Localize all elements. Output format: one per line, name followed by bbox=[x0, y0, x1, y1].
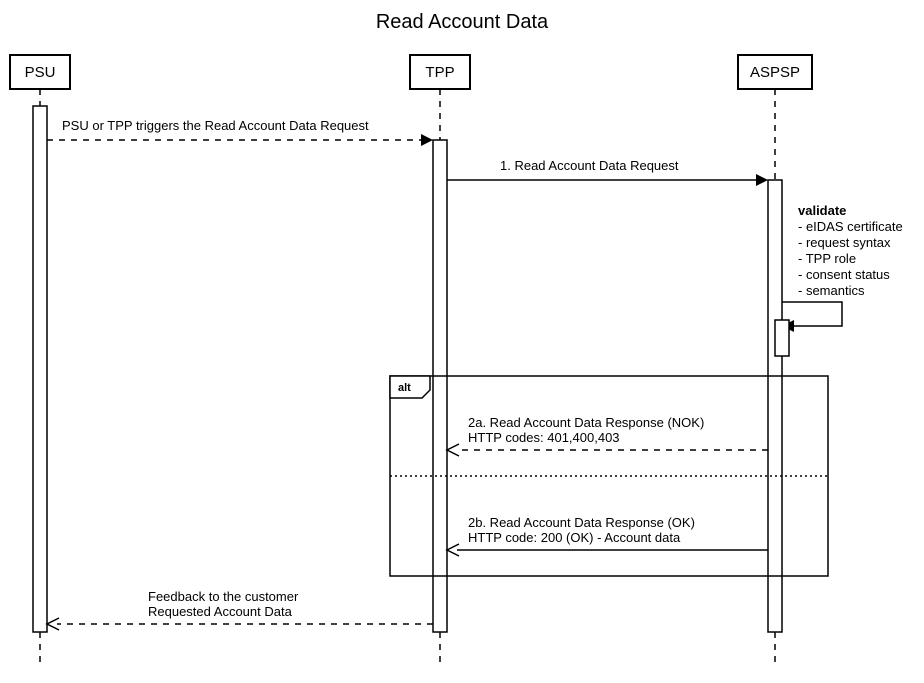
actor-psu-label: PSU bbox=[25, 64, 56, 81]
note-line-0: - eIDAS certificate bbox=[798, 219, 903, 234]
note-line-1: - request syntax bbox=[798, 235, 891, 250]
msg-read-request: 1. Read Account Data Request bbox=[447, 158, 768, 186]
msg-response-ok: 2b. Read Account Data Response (OK) HTTP… bbox=[447, 515, 768, 556]
msg-response-ok-l1: 2b. Read Account Data Response (OK) bbox=[468, 515, 695, 530]
msg-response-nok: 2a. Read Account Data Response (NOK) HTT… bbox=[447, 415, 768, 456]
msg-feedback: Feedback to the customer Requested Accou… bbox=[47, 589, 433, 630]
activation-psu bbox=[33, 106, 47, 632]
msg-response-nok-l1: 2a. Read Account Data Response (NOK) bbox=[468, 415, 704, 430]
msg-response-ok-l2: HTTP code: 200 (OK) - Account data bbox=[468, 530, 681, 545]
msg-trigger-label: PSU or TPP triggers the Read Account Dat… bbox=[62, 118, 369, 133]
msg-read-request-label: 1. Read Account Data Request bbox=[500, 158, 679, 173]
note-line-2: - TPP role bbox=[798, 251, 856, 266]
actor-aspsp: ASPSP bbox=[738, 55, 812, 89]
note-validate: validate - eIDAS certificate - request s… bbox=[798, 203, 903, 298]
actor-psu: PSU bbox=[10, 55, 70, 89]
alt-label: alt bbox=[398, 382, 411, 394]
note-validate-title: validate bbox=[798, 203, 846, 218]
msg-feedback-l1: Feedback to the customer bbox=[148, 589, 299, 604]
actor-tpp: TPP bbox=[410, 55, 470, 89]
actor-tpp-label: TPP bbox=[425, 64, 454, 81]
msg-feedback-l2: Requested Account Data bbox=[148, 604, 293, 619]
activation-aspsp bbox=[768, 180, 782, 632]
sequence-diagram: Read Account Data PSU TPP ASPSP PSU or T… bbox=[0, 0, 924, 683]
msg-trigger: PSU or TPP triggers the Read Account Dat… bbox=[47, 118, 433, 146]
self-msg-validate bbox=[775, 302, 842, 356]
diagram-title: Read Account Data bbox=[376, 11, 549, 33]
note-line-3: - consent status bbox=[798, 267, 890, 282]
activation-tpp bbox=[433, 140, 447, 632]
note-line-4: - semantics bbox=[798, 283, 865, 298]
msg-response-nok-l2: HTTP codes: 401,400,403 bbox=[468, 430, 620, 445]
actor-aspsp-label: ASPSP bbox=[750, 64, 800, 81]
